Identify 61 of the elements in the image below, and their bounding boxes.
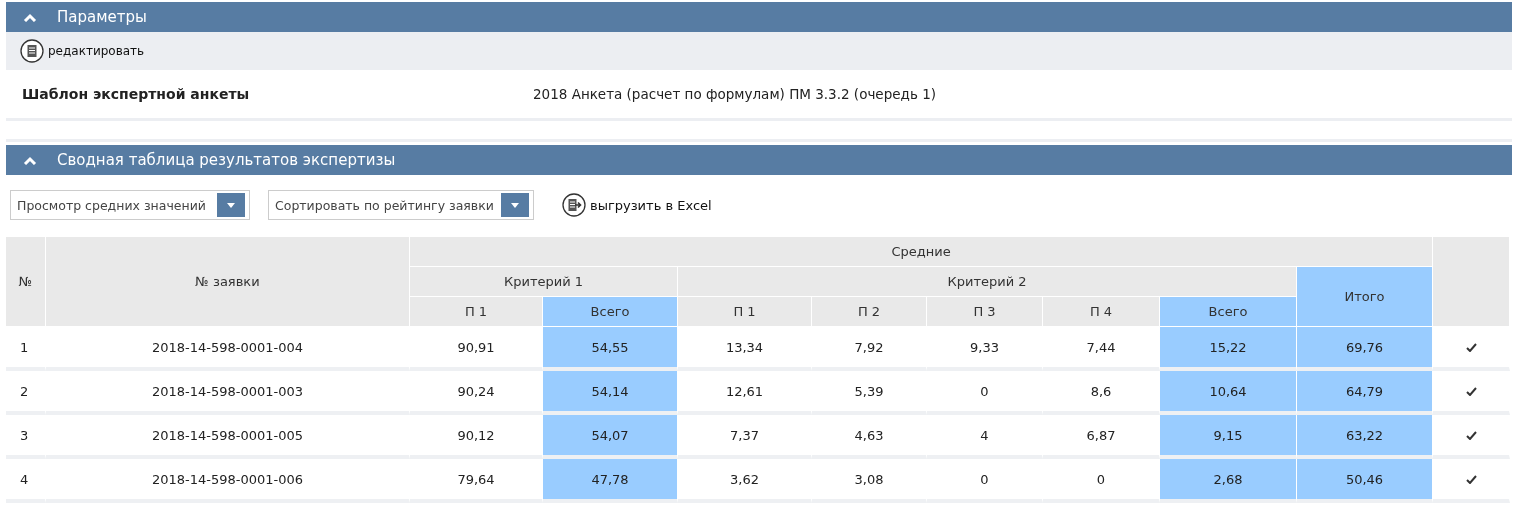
column-header: Итого: [1297, 267, 1433, 327]
table-cell: 3,62: [678, 459, 812, 503]
column-header: П 4: [1043, 297, 1160, 327]
table-cell: 4: [6, 459, 46, 503]
table-cell: 7,92: [812, 327, 927, 371]
table-cell: 54,55: [543, 327, 678, 371]
table-cell: 2018-14-598-0001-006: [46, 459, 410, 503]
group-header: Критерий 1: [410, 267, 678, 297]
table-cell: 54,07: [543, 415, 678, 459]
table-cell: 54,14: [543, 371, 678, 415]
caret-down-icon: [510, 201, 520, 209]
table-cell: 63,22: [1297, 415, 1433, 459]
table-cell: 2018-14-598-0001-005: [46, 415, 410, 459]
caret-down-icon: [226, 201, 236, 209]
table-cell: 3,08: [812, 459, 927, 503]
table-cell: 3: [6, 415, 46, 459]
chevron-up-icon[interactable]: [23, 12, 37, 22]
table-cell: 2018-14-598-0001-004: [46, 327, 410, 371]
table-cell: 69,76: [1297, 327, 1433, 371]
column-header: П 1: [410, 297, 543, 327]
dropdown[interactable]: Сортировать по рейтингу заявки: [268, 190, 534, 220]
chevron-up-icon[interactable]: [23, 155, 37, 165]
table-cell: 9,15: [1160, 415, 1297, 459]
column-header: Всего: [543, 297, 678, 327]
column-header: № заявки: [46, 237, 410, 327]
table-cell: 64,79: [1297, 371, 1433, 415]
table-cell: 2,68: [1160, 459, 1297, 503]
table-cell: 12,61: [678, 371, 812, 415]
table-cell: 13,34: [678, 327, 812, 371]
table-cell: 2018-14-598-0001-003: [46, 371, 410, 415]
table-cell: 4: [927, 415, 1043, 459]
table-cell: 0: [927, 371, 1043, 415]
field-label: Шаблон экспертной анкеты: [21, 86, 251, 102]
column-header: П 3: [927, 297, 1043, 327]
table-cell: 15,22: [1160, 327, 1297, 371]
column-header: П 2: [812, 297, 927, 327]
section-header[interactable]: Сводная таблица результатов экспертизы: [6, 145, 1512, 175]
export-icon: [562, 193, 586, 217]
export-link[interactable]: выгрузить в Excel: [562, 193, 712, 217]
table-cell: 1: [6, 327, 46, 371]
section-header[interactable]: Параметры: [6, 2, 1512, 32]
group-header: Критерий 2: [678, 267, 1297, 297]
table-cell: 10,64: [1160, 371, 1297, 415]
table-cell: 47,78: [543, 459, 678, 503]
table-cell: 7,37: [678, 415, 812, 459]
column-header: №: [6, 237, 46, 327]
table-cell: 9,33: [927, 327, 1043, 371]
field-value: 2018 Анкета (расчет по формулам) ПМ 3.3.2 (очередь 1): [533, 86, 937, 102]
dropdown[interactable]: Просмотр средних значений: [10, 190, 250, 220]
section-title: Сводная таблица результатов экспертизы: [57, 151, 396, 169]
column-header: Всего: [1160, 297, 1297, 327]
table-cell: 50,46: [1297, 459, 1433, 503]
edit-link[interactable]: редактировать: [20, 39, 145, 63]
document-icon: [20, 39, 44, 63]
table-cell: 4,63: [812, 415, 927, 459]
column-header: П 1: [678, 297, 812, 327]
table-cell: 5,39: [812, 371, 927, 415]
table-cell: 2: [6, 371, 46, 415]
group-header: Средние: [410, 237, 1433, 267]
section-title: Параметры: [57, 8, 147, 26]
table-cell: 0: [927, 459, 1043, 503]
